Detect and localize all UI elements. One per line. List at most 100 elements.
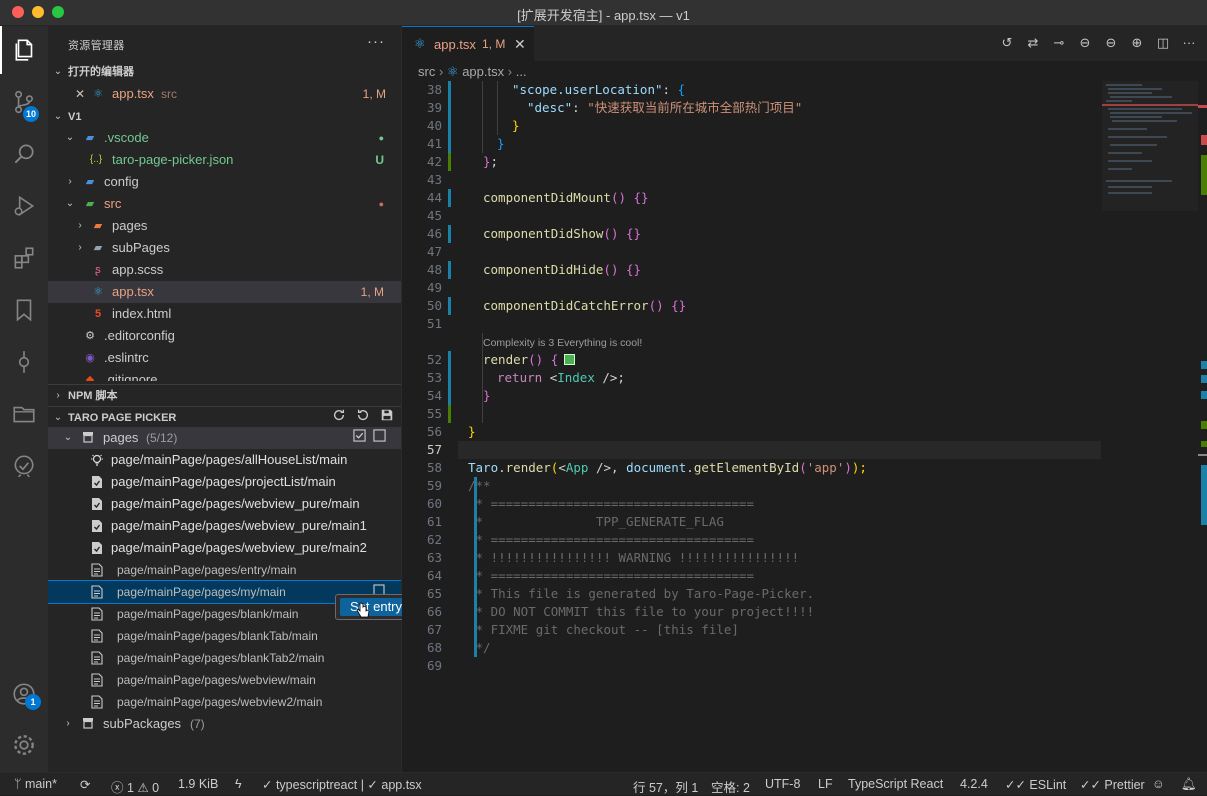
breadcrumb-file[interactable]: app.tsx <box>462 64 504 79</box>
manage-activity[interactable] <box>0 721 48 769</box>
tree-item-index-html[interactable]: 5 index.html <box>48 303 401 325</box>
bookmarks-activity[interactable] <box>0 286 48 334</box>
tree-item-subpages[interactable]: › ▰ subPages <box>48 237 401 259</box>
page-item[interactable]: page/mainPage/pages/projectList/main <box>48 471 401 493</box>
tree-item-gitignore[interactable]: ◆ .gitignore <box>48 369 401 381</box>
archive-icon <box>80 717 96 731</box>
breadcrumb-more[interactable]: ... <box>516 64 527 79</box>
check-all-icon[interactable] <box>353 427 366 449</box>
eol-status[interactable]: LF <box>818 777 833 791</box>
refresh-icon[interactable] <box>332 407 346 429</box>
chevron-down-icon: ⌄ <box>53 66 63 77</box>
eslint-status[interactable]: ✓✓ ESLint <box>1005 777 1066 792</box>
tree-item-label: taro-page-picker.json <box>112 152 234 167</box>
folder-config-icon: ▰ <box>85 176 95 188</box>
debug-icon <box>14 195 35 217</box>
git-commit-icon[interactable]: ⊸ <box>1051 35 1067 51</box>
code-token: Taro <box>468 460 499 475</box>
close-icon[interactable]: ✕ <box>74 83 86 105</box>
gutter-modified-bar <box>448 189 451 207</box>
npm-scripts-header[interactable]: › NPM 脚本 <box>48 384 401 406</box>
page-item[interactable]: page/mainPage/pages/webview_pure/main1 <box>48 515 401 537</box>
accounts-activity[interactable]: 1 <box>0 670 48 718</box>
tree-item-vscode[interactable]: ⌄ ▰ .vscode ● <box>48 127 401 149</box>
encoding-status[interactable]: UTF-8 <box>765 777 800 791</box>
feedback-icon[interactable]: ☺ <box>1152 777 1165 791</box>
code-token: . <box>686 460 694 475</box>
tree-item-config[interactable]: › ▰ config <box>48 171 401 193</box>
workspace-header[interactable]: ⌄ V1 <box>48 106 401 128</box>
extensions-activity[interactable] <box>0 234 48 282</box>
open-editor-item[interactable]: ✕ ⚛ app.tsx src 1, M <box>48 83 401 105</box>
uncheck-all-icon[interactable] <box>373 427 386 449</box>
line-number: 40 <box>426 118 442 133</box>
scroll-marker-added <box>1201 421 1207 429</box>
page-item[interactable]: page/mainPage/pages/webview/main <box>48 669 401 691</box>
tree-item-app-scss[interactable]: ʂ app.scss <box>48 259 401 281</box>
branch-status[interactable]: ᛘ main* <box>14 777 57 791</box>
save-icon[interactable] <box>380 407 394 429</box>
complexity-codelens[interactable]: Complexity is 3 Everything is cool! <box>483 337 642 349</box>
scroll-marker-added <box>1201 441 1207 447</box>
file-size: 1.9 KiB <box>178 777 219 791</box>
git-graph-activity[interactable] <box>0 338 48 386</box>
tree-item-src[interactable]: ⌄ ▰ src ● <box>48 193 401 215</box>
open-editor-filename: app.tsx <box>112 86 154 101</box>
indentation-status[interactable]: 空格: 2 <box>711 777 750 796</box>
more-icon[interactable]: ··· <box>1181 35 1197 51</box>
lightning-icon[interactable]: ϟ <box>235 777 242 791</box>
notifications-icon[interactable]: 🔔︎ <box>1181 777 1197 792</box>
compare-changes-icon[interactable]: ⇄ <box>1025 35 1041 51</box>
tree-item-eslintrc[interactable]: ◉ .eslintrc <box>48 347 401 369</box>
undo-icon[interactable] <box>356 407 370 429</box>
complexity-indicator <box>564 354 576 365</box>
tab-close-icon[interactable]: ✕ <box>514 36 526 53</box>
breadcrumb-folder[interactable]: src <box>418 64 435 79</box>
pages-group[interactable]: ⌄ pages (5/12) <box>48 427 401 449</box>
split-editor-icon[interactable]: ◫ <box>1155 35 1171 51</box>
problems-status[interactable]: ⓧ 1 ⚠ 0 <box>111 777 159 796</box>
page-item[interactable]: page/mainPage/pages/webview2/main <box>48 691 401 713</box>
tree-item-taro-page-picker-json[interactable]: {..} taro-page-picker.json U <box>48 149 401 171</box>
explorer-activity[interactable] <box>0 26 48 74</box>
folder-activity[interactable] <box>0 390 48 438</box>
minimap[interactable] <box>1102 81 1198 211</box>
previous-change-icon[interactable]: ⊖ <box>1077 35 1093 51</box>
subpackages-group[interactable]: › subPackages (7) <box>48 713 401 735</box>
code-line-48: componentDidHide() {} <box>483 261 641 279</box>
page-item[interactable]: page/mainPage/pages/webview_pure/main2 <box>48 537 401 559</box>
more-actions-button[interactable]: ··· <box>367 33 385 50</box>
source-control-activity[interactable]: 10 <box>0 78 48 126</box>
code-line-50: componentDidCatchError() {} <box>483 297 686 315</box>
code-editor[interactable]: 38 39 40 41 42 43 44 45 46 47 48 49 50 51 52 53 54 55 56 57… <box>402 81 1102 701</box>
tree-item-pages[interactable]: › ▰ pages <box>48 215 401 237</box>
git-branch-icon: ᛘ <box>14 777 25 791</box>
taro-page-picker-header[interactable]: ⌄ TARO PAGE PICKER <box>48 406 401 429</box>
page-path: page/mainPage/pages/projectList/main <box>111 474 336 489</box>
testing-activity[interactable] <box>0 442 48 490</box>
page-item[interactable]: page/mainPage/pages/allHouseList/main <box>48 449 401 471</box>
vertical-scrollbar[interactable] <box>1198 81 1207 701</box>
page-item[interactable]: page/mainPage/pages/entry/main <box>48 559 401 581</box>
search-activity[interactable] <box>0 130 48 178</box>
tree-item-app-tsx[interactable]: ⚛ app.tsx 1, M <box>48 281 401 303</box>
language-mode[interactable]: TypeScript React <box>848 777 943 791</box>
code-token: } <box>497 136 505 151</box>
code-line-39: "desc": "快速获取当前所在城市全部热门项目" <box>527 99 802 117</box>
page-item[interactable]: page/mainPage/pages/blankTab/main <box>48 625 401 647</box>
page-item[interactable]: page/mainPage/pages/blankTab2/main <box>48 647 401 669</box>
timeline-icon[interactable]: ↺ <box>999 35 1015 51</box>
sync-icon[interactable]: ⟳ <box>80 777 90 792</box>
prettier-status[interactable]: ✓✓ Prettier <box>1080 777 1145 792</box>
open-changes-icon[interactable]: ⊕ <box>1129 35 1145 51</box>
cursor-position[interactable]: 行 57，列 1 <box>633 777 698 796</box>
tree-item-editorconfig[interactable]: ⚙ .editorconfig <box>48 325 401 347</box>
prettier-label: Prettier <box>1104 778 1145 792</box>
typescript-version[interactable]: 4.2.4 <box>960 777 988 791</box>
next-change-icon[interactable]: ⊖ <box>1103 35 1119 51</box>
language-check-status[interactable]: ✓ typescriptreact | ✓ app.tsx <box>262 777 422 792</box>
page-item[interactable]: page/mainPage/pages/webview_pure/main <box>48 493 401 515</box>
open-editors-header[interactable]: ⌄ 打开的编辑器 <box>48 61 401 83</box>
run-debug-activity[interactable] <box>0 182 48 230</box>
tab-app-tsx[interactable]: ⚛ app.tsx 1, M ✕ <box>402 26 534 61</box>
